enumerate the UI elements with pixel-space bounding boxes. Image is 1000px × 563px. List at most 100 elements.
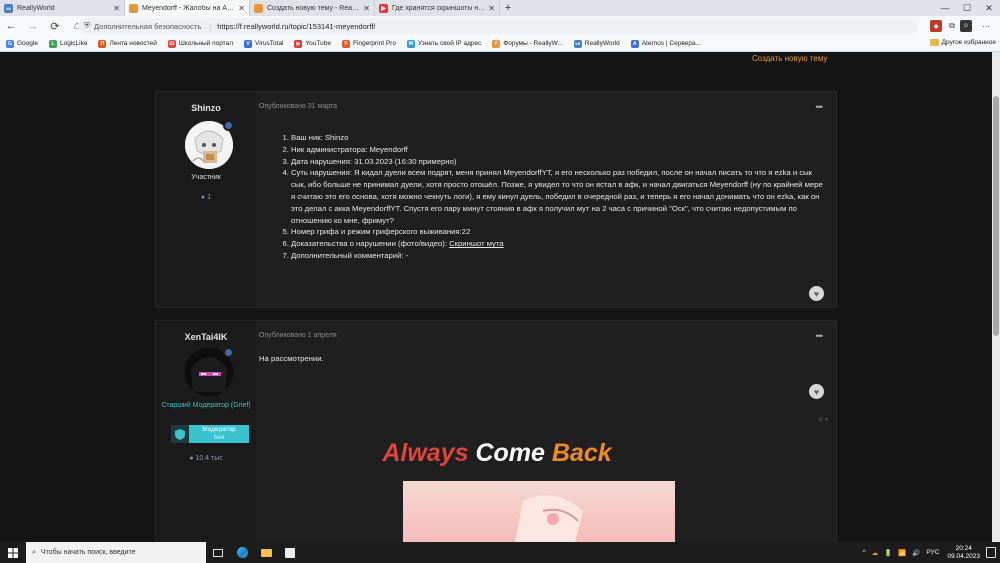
shield-icon[interactable]: ⛨ bbox=[84, 21, 90, 31]
author-name[interactable]: Shinzo bbox=[156, 103, 256, 113]
chevron-up-icon[interactable]: ^ bbox=[863, 549, 866, 556]
moderator-badge-title: Модератор bbox=[202, 426, 236, 433]
file-explorer-icon[interactable] bbox=[254, 542, 278, 563]
logiclike-icon: L bbox=[48, 39, 57, 48]
store-icon[interactable] bbox=[278, 542, 302, 563]
list-item: Дата нарушения: 31.03.2023 (16:30 пример… bbox=[291, 156, 828, 168]
url-text[interactable]: https://f.reallyworld.ru/topic/153141-me… bbox=[217, 22, 375, 31]
forum-post: Shinzo Участник ● 1 Опубликовано 31 марта… bbox=[155, 91, 837, 308]
comment-icon: ● bbox=[200, 194, 206, 201]
post-count-value: 1 bbox=[207, 194, 212, 201]
close-window-button[interactable]: ✕ bbox=[978, 0, 1000, 16]
google-icon: G bbox=[6, 39, 14, 48]
post-menu-icon[interactable]: ••• bbox=[816, 331, 824, 341]
list-item: Номер грифа и режим гриферского выживани… bbox=[291, 226, 828, 238]
clock[interactable]: 20:24 09.04.2023 bbox=[947, 545, 980, 561]
signature-word: Back bbox=[551, 439, 612, 467]
vk-icon: VK bbox=[4, 3, 13, 13]
close-icon[interactable]: ✕ bbox=[113, 4, 120, 13]
bookmark-logiclike[interactable]: L LogicLike bbox=[48, 39, 87, 48]
taskbar-search-input[interactable]: ⌕ Чтобы начать поиск, введите bbox=[26, 542, 206, 563]
security-label: Дополнительная безопасность bbox=[94, 21, 202, 31]
forum-post: XenTai4IK Старший Модератор (Grief) Моде… bbox=[155, 320, 837, 542]
bookmark-virustotal[interactable]: V VirusTotal bbox=[244, 39, 283, 48]
wifi-icon[interactable]: 📶 bbox=[898, 549, 906, 557]
new-tab-button[interactable]: + bbox=[500, 0, 516, 16]
minimize-button[interactable]: — bbox=[934, 0, 956, 16]
address-bar[interactable]: ⛨ Дополнительная безопасность | https://… bbox=[78, 18, 918, 34]
close-icon[interactable]: ✕ bbox=[363, 4, 370, 13]
system-tray: ^ ☁ 🔋 📶 🔊 РУС 20:24 09.04.2023 bbox=[857, 542, 980, 563]
bookmark-label: YouTube bbox=[305, 40, 331, 47]
tab-reallyworld[interactable]: VK ReallyWorld ✕ bbox=[0, 0, 125, 16]
bookmark-label: Google bbox=[17, 40, 38, 47]
clock-time: 20:24 bbox=[955, 544, 972, 552]
task-view-icon[interactable] bbox=[206, 542, 230, 563]
other-bookmarks[interactable]: Другое избранное bbox=[929, 39, 996, 46]
close-icon[interactable]: ✕ bbox=[488, 4, 495, 13]
tab-meyendorff[interactable]: Meyendorff - Жалобы на Адми... ✕ bbox=[125, 0, 250, 16]
avatar[interactable]: ☺ bbox=[960, 20, 972, 32]
scrollbar-thumb[interactable] bbox=[993, 96, 999, 336]
taskbar: ⌕ Чтобы начать поиск, введите ^ ☁ 🔋 📶 🔊 … bbox=[0, 542, 1000, 563]
list-item: Ник администратора: Meyendorff bbox=[291, 144, 828, 156]
close-icon[interactable]: ✕ bbox=[238, 4, 245, 13]
list-item: Доказательства о нарушении (фото/видео):… bbox=[291, 238, 828, 250]
collections-icon[interactable]: ⧉ bbox=[946, 20, 958, 32]
bookmark-ip[interactable]: W Узнать свой IP адрес bbox=[406, 39, 481, 48]
signature-title: Always Come Back bbox=[156, 439, 838, 468]
post-body: Ваш ник: Shinzo Ник администратора: Meye… bbox=[280, 132, 828, 262]
language-indicator[interactable]: РУС bbox=[926, 549, 939, 556]
bookmark-label: ReallyWorld bbox=[584, 40, 620, 47]
reload-button[interactable]: ⟳ bbox=[44, 20, 66, 33]
maximize-button[interactable]: ☐ bbox=[956, 0, 978, 16]
tab-create-topic[interactable]: Создать новую тему - ReallyW... ✕ bbox=[250, 0, 375, 16]
battery-icon[interactable]: 🔋 bbox=[884, 549, 892, 557]
edge-icon[interactable] bbox=[230, 542, 254, 563]
bookmark-youtube[interactable]: ▶ YouTube bbox=[294, 39, 331, 48]
more-menu-icon[interactable]: ⋯ bbox=[980, 20, 992, 32]
tab-label: Где хранятся скриншоты на ко... bbox=[392, 4, 485, 12]
bookmark-fingerprint[interactable]: F Fingerprint Pro bbox=[341, 39, 396, 48]
notifications-icon[interactable] bbox=[986, 547, 996, 558]
post-menu-icon[interactable]: ••• bbox=[816, 102, 824, 112]
bookmark-label: Fingerprint Pro bbox=[352, 40, 396, 47]
extension-icon[interactable]: ◆ bbox=[930, 20, 942, 32]
school-icon: Ш bbox=[167, 39, 176, 48]
forum-icon bbox=[129, 3, 138, 13]
post-author-panel: XenTai4IK Старший Модератор (Grief) Моде… bbox=[156, 321, 256, 542]
bookmark-reallyworld[interactable]: VK ReallyWorld bbox=[573, 39, 620, 48]
start-button[interactable] bbox=[0, 542, 26, 563]
bookmark-label: Форумы - ReallyW... bbox=[503, 40, 563, 47]
other-bookmarks-label: Другое избранное bbox=[941, 39, 996, 46]
windows-icon bbox=[8, 547, 18, 558]
signature-options-icon[interactable]: ⚙ ▾ bbox=[818, 416, 828, 423]
forum-page: Создать новую тему Shinzo Участник ● 1 Оп… bbox=[0, 52, 1000, 542]
post-count: ● 1 bbox=[156, 194, 256, 201]
feed-icon: Л bbox=[98, 39, 107, 48]
like-button[interactable]: ♥ bbox=[809, 384, 824, 399]
clock-date: 09.04.2023 bbox=[947, 552, 980, 560]
fingerprint-icon: F bbox=[341, 39, 350, 48]
bookmark-school[interactable]: Ш Школьный портал bbox=[167, 39, 233, 48]
tab-label: Создать новую тему - ReallyW... bbox=[267, 4, 360, 12]
create-topic-link[interactable]: Создать новую тему bbox=[752, 54, 827, 63]
forward-button[interactable]: → bbox=[22, 20, 44, 32]
signature-word: Always bbox=[382, 439, 469, 467]
bookmark-forums[interactable]: F Форумы - ReallyW... bbox=[492, 39, 563, 48]
bookmark-google[interactable]: G Google bbox=[6, 39, 38, 48]
back-button[interactable]: ← bbox=[0, 20, 22, 32]
tab-youtube[interactable]: ▶ Где хранятся скриншоты на ко... ✕ bbox=[375, 0, 500, 16]
author-name[interactable]: XenTai4IK bbox=[156, 332, 256, 342]
search-placeholder: Чтобы начать поиск, введите bbox=[40, 549, 136, 556]
browser-toolbar: ← → ⟳ ⌂ ⛨ Дополнительная безопасность | … bbox=[0, 16, 1000, 36]
post-date: Опубликовано 31 марта bbox=[259, 103, 337, 110]
cloud-icon[interactable]: ☁ bbox=[872, 549, 879, 557]
bookmark-aternos[interactable]: A Aternos | Сервера... bbox=[630, 39, 701, 48]
volume-icon[interactable]: 🔊 bbox=[912, 549, 920, 557]
like-button[interactable]: ♥ bbox=[809, 286, 824, 301]
list-item: Ваш ник: Shinzo bbox=[291, 132, 828, 144]
bookmark-news[interactable]: Л Лента новостей bbox=[98, 39, 157, 48]
bookmarks-bar: G Google L LogicLike Л Лента новостей Ш Школ… bbox=[0, 36, 1000, 52]
evidence-link[interactable]: Скриншот мута bbox=[449, 239, 504, 248]
